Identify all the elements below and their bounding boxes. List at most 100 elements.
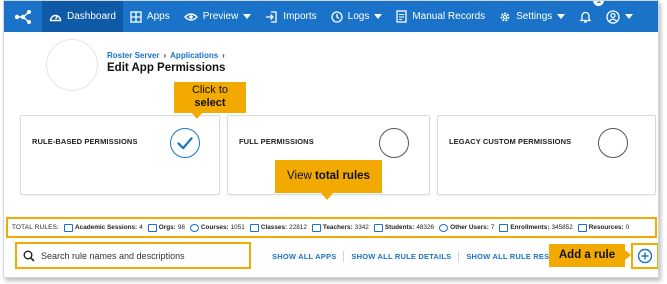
search-box[interactable] — [15, 242, 251, 269]
stat-name: Orgs: — [158, 224, 176, 231]
classroom-icon — [249, 223, 259, 232]
user-avatar-icon — [606, 9, 620, 24]
add-rule-button[interactable] — [631, 243, 658, 269]
chevron-down-icon — [374, 14, 383, 19]
total-rules-label: TOTAL RULES: — [12, 224, 60, 231]
callout-text-bold: select — [194, 97, 226, 109]
building-icon — [147, 223, 157, 232]
show-all-apps-link[interactable]: SHOW ALL APPS — [272, 251, 343, 262]
nav-item-dashboard[interactable]: Dashboard — [42, 1, 123, 32]
stat-name: Enrollments: — [510, 224, 550, 231]
top-nav-bar: Dashboard Apps Preview Imports Logs Manu… — [4, 1, 658, 32]
nav-item-label: Logs — [347, 11, 370, 22]
callout-text: View — [287, 170, 312, 182]
chevron-right-icon: › — [222, 51, 225, 60]
stat-value: 7 — [490, 224, 495, 231]
card-rule-based-permissions[interactable]: RULE-BASED PERMISSIONS — [20, 115, 220, 195]
stat-value: 48326 — [416, 224, 435, 231]
course-icon — [189, 223, 199, 232]
stat-value: 22812 — [289, 224, 307, 231]
breadcrumb: Roster Server › Applications › — [107, 51, 225, 60]
card-legacy-custom-permissions[interactable]: LEGACY CUSTOM PERMISSIONS — [437, 115, 656, 195]
clock-icon — [330, 10, 343, 23]
books-icon — [577, 223, 587, 232]
nav-item-imports[interactable]: Imports — [258, 1, 323, 32]
bell-icon — [580, 11, 592, 23]
nav-item-label: Settings — [516, 11, 553, 22]
dashboard-icon — [49, 14, 62, 22]
nav-item-preview[interactable]: Preview — [177, 1, 259, 32]
gear-icon — [500, 12, 510, 21]
stat-value: 3342 — [354, 224, 369, 231]
callout-view-total-rules: View total rules — [275, 160, 382, 200]
clipboard-icon — [499, 223, 509, 232]
stat-name: Resources: — [588, 224, 624, 231]
stat-students: Students: 48326 — [373, 223, 435, 232]
nav-item-manual-records[interactable]: Manual Records — [389, 1, 492, 32]
stat-classes: Classes: 22812 — [249, 223, 307, 232]
stat-name: Academic Sessions: — [75, 224, 138, 231]
breadcrumb-link-roster-server[interactable]: Roster Server — [107, 51, 159, 60]
chevron-right-icon: › — [163, 51, 167, 60]
nav-item-settings[interactable]: Settings — [492, 1, 572, 32]
import-icon — [266, 10, 277, 23]
stat-courses: Courses: 1051 — [189, 223, 245, 232]
calendar-icon — [64, 223, 74, 232]
search-input[interactable] — [41, 250, 241, 261]
stat-value: 98 — [177, 224, 185, 231]
app-window: Dashboard Apps Preview Imports Logs Manu… — [3, 0, 659, 278]
nav-item-label: Manual Records — [412, 11, 486, 22]
stat-resources: Resources: 0 — [577, 223, 630, 232]
stat-name: Classes: — [260, 224, 288, 231]
page-title: Edit App Permissions — [107, 62, 226, 74]
chevron-down-icon — [243, 14, 252, 19]
notifications-button[interactable]: 1 — [572, 1, 605, 32]
document-icon — [396, 10, 407, 23]
stat-orgs: Orgs: 98 — [147, 223, 185, 232]
stat-teachers: Teachers: 3342 — [311, 223, 369, 232]
total-rules-bar: TOTAL RULES: Academic Sessions: 4 Orgs: 98… — [6, 217, 657, 238]
chevron-down-icon — [557, 14, 566, 19]
users-icon — [439, 223, 449, 232]
nav-item-label: Apps — [146, 11, 170, 22]
card-label: RULE-BASED PERMISSIONS — [32, 137, 138, 146]
apps-grid-icon — [130, 10, 142, 23]
stat-value: 4 — [139, 224, 143, 231]
stat-value: 1051 — [230, 224, 245, 231]
stat-name: Other Users: — [450, 224, 489, 231]
stat-other-users: Other Users: 7 — [439, 223, 495, 232]
eye-icon — [183, 12, 198, 21]
callout-add-a-rule: Add a rule — [549, 244, 631, 267]
rule-links: SHOW ALL APPS SHOW ALL RULE DETAILS SHOW… — [272, 251, 576, 262]
card-label: LEGACY CUSTOM PERMISSIONS — [449, 137, 572, 146]
card-label: FULL PERMISSIONS — [239, 137, 314, 146]
radio-circle-icon[interactable] — [598, 128, 628, 158]
app-avatar — [46, 39, 98, 91]
callout-click-to-select: Click to select — [174, 82, 246, 119]
callout-text: Click to — [191, 84, 229, 96]
students-icon — [373, 223, 383, 232]
user-menu-button[interactable] — [599, 1, 640, 32]
stat-academic-sessions: Academic Sessions: 4 — [64, 223, 143, 232]
radio-circle-icon[interactable] — [379, 128, 409, 158]
app-logo-icon[interactable] — [4, 1, 42, 32]
stat-name: Teachers: — [322, 224, 353, 231]
nav-item-label: Preview — [202, 11, 239, 22]
nav-item-logs[interactable]: Logs — [324, 1, 390, 32]
checkmark-circle-icon[interactable] — [170, 128, 200, 158]
breadcrumb-link-applications[interactable]: Applications — [170, 51, 218, 60]
callout-text-bold: total rules — [314, 170, 370, 182]
nav-item-label: Imports — [283, 11, 317, 22]
nav-item-apps[interactable]: Apps — [123, 1, 177, 32]
stat-enrollments: Enrollments: 345852 — [499, 223, 573, 232]
show-all-rule-details-link[interactable]: SHOW ALL RULE DETAILS — [343, 251, 458, 262]
chevron-down-icon — [625, 14, 634, 19]
plus-circle-icon — [637, 248, 653, 264]
stat-value: 0 — [625, 224, 630, 231]
search-icon — [23, 250, 35, 262]
stat-name: Students: — [384, 224, 415, 231]
nav-item-label: Dashboard — [67, 11, 116, 22]
stat-name: Courses: — [200, 224, 229, 231]
stat-value: 345852 — [551, 224, 573, 231]
teacher-icon — [311, 223, 321, 232]
